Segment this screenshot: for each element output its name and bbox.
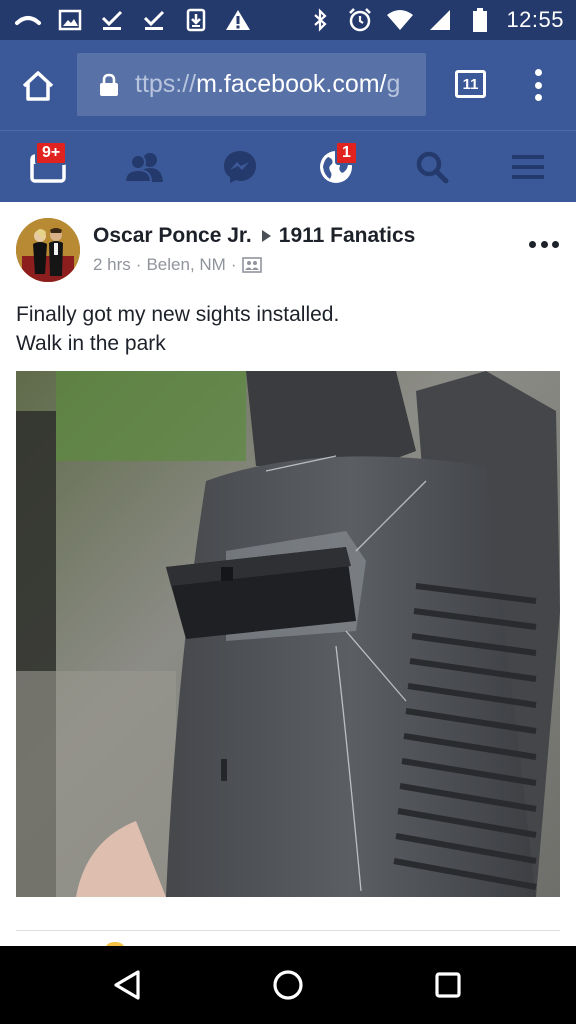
pistol-slide-photo	[16, 371, 560, 897]
post-location[interactable]: Belen, NM	[146, 255, 225, 275]
nav-search[interactable]	[397, 131, 467, 203]
back-button[interactable]	[102, 962, 152, 1008]
more-dot	[552, 240, 559, 248]
post-options-button[interactable]	[529, 238, 559, 250]
image-icon	[56, 6, 84, 34]
url-path: g	[386, 70, 401, 98]
menu-dot	[534, 81, 542, 89]
status-time: 12:55	[506, 7, 564, 32]
post-divider	[16, 930, 560, 931]
status-bar-system: 12:55	[306, 6, 564, 34]
lock-icon	[100, 73, 118, 96]
post-text: Finally got my new sights installed. Wal…	[16, 300, 556, 358]
facebook-nav-bar: 9+ 1	[0, 130, 576, 202]
download-icon	[182, 6, 210, 34]
home-button[interactable]	[18, 68, 58, 104]
arrow-right-icon	[261, 230, 271, 242]
author-name[interactable]: Oscar Ponce Jr.	[93, 224, 252, 248]
avatar-photo	[16, 218, 80, 282]
battery-icon	[466, 6, 494, 34]
tab-switcher-button[interactable]: 11	[455, 70, 486, 98]
url-text: ttps://m.facebook.com/g	[135, 70, 400, 99]
nav-news-feed[interactable]: 9+	[13, 131, 83, 203]
url-scheme: ttps://	[135, 70, 197, 98]
post-photo[interactable]	[16, 371, 560, 897]
wifi-icon	[386, 6, 414, 34]
notifications-badge: 9+	[35, 141, 68, 165]
hamburger-icon	[512, 155, 544, 179]
cast-icon	[14, 6, 42, 34]
post-text-line: Finally got my new sights installed.	[16, 303, 340, 326]
browser-menu-button[interactable]	[528, 65, 548, 105]
status-bar: 12:55	[0, 0, 576, 40]
post-meta: 2 hrs · Belen, NM ·	[93, 255, 262, 275]
more-dot	[540, 240, 548, 248]
nav-messenger[interactable]	[205, 131, 275, 203]
search-icon	[416, 151, 449, 184]
meta-separator: ·	[230, 255, 237, 274]
nav-menu[interactable]	[493, 131, 563, 203]
messenger-icon	[224, 151, 256, 183]
post-header: Oscar Ponce Jr. 1911 Fanatics	[93, 224, 415, 248]
news-feed: Oscar Ponce Jr. 1911 Fanatics 2 hrs · Be…	[0, 202, 576, 952]
check-icon	[98, 6, 126, 34]
url-host: m.facebook.com/	[196, 70, 387, 98]
post-text-line: Walk in the park	[16, 332, 166, 355]
nav-friend-requests[interactable]	[109, 131, 179, 203]
url-field[interactable]: ttps://m.facebook.com/g	[77, 53, 426, 116]
home-nav-button[interactable]	[263, 962, 313, 1008]
alarm-icon	[346, 6, 374, 34]
home-icon	[22, 71, 54, 101]
meta-separator: ·	[135, 255, 142, 274]
group-privacy-icon	[241, 257, 262, 273]
check-icon	[140, 6, 168, 34]
bluetooth-icon	[306, 6, 334, 34]
status-bar-notifications	[14, 6, 252, 34]
signal-icon	[426, 6, 454, 34]
more-dot	[529, 240, 536, 248]
author-avatar[interactable]	[16, 218, 80, 282]
friends-icon	[123, 153, 163, 183]
menu-dot	[534, 94, 542, 101]
warning-icon	[224, 6, 252, 34]
menu-dot	[534, 69, 542, 76]
globe-badge: 1	[335, 141, 358, 165]
back-icon	[114, 970, 140, 1000]
post-time[interactable]: 2 hrs	[93, 255, 131, 275]
square-recents-icon	[435, 972, 461, 998]
system-nav-bar	[0, 946, 576, 1024]
group-name[interactable]: 1911 Fanatics	[279, 224, 416, 248]
recents-button[interactable]	[423, 962, 473, 1008]
circle-home-icon	[273, 970, 303, 1000]
nav-notifications[interactable]: 1	[301, 131, 371, 203]
browser-toolbar: ttps://m.facebook.com/g 11	[0, 40, 576, 130]
